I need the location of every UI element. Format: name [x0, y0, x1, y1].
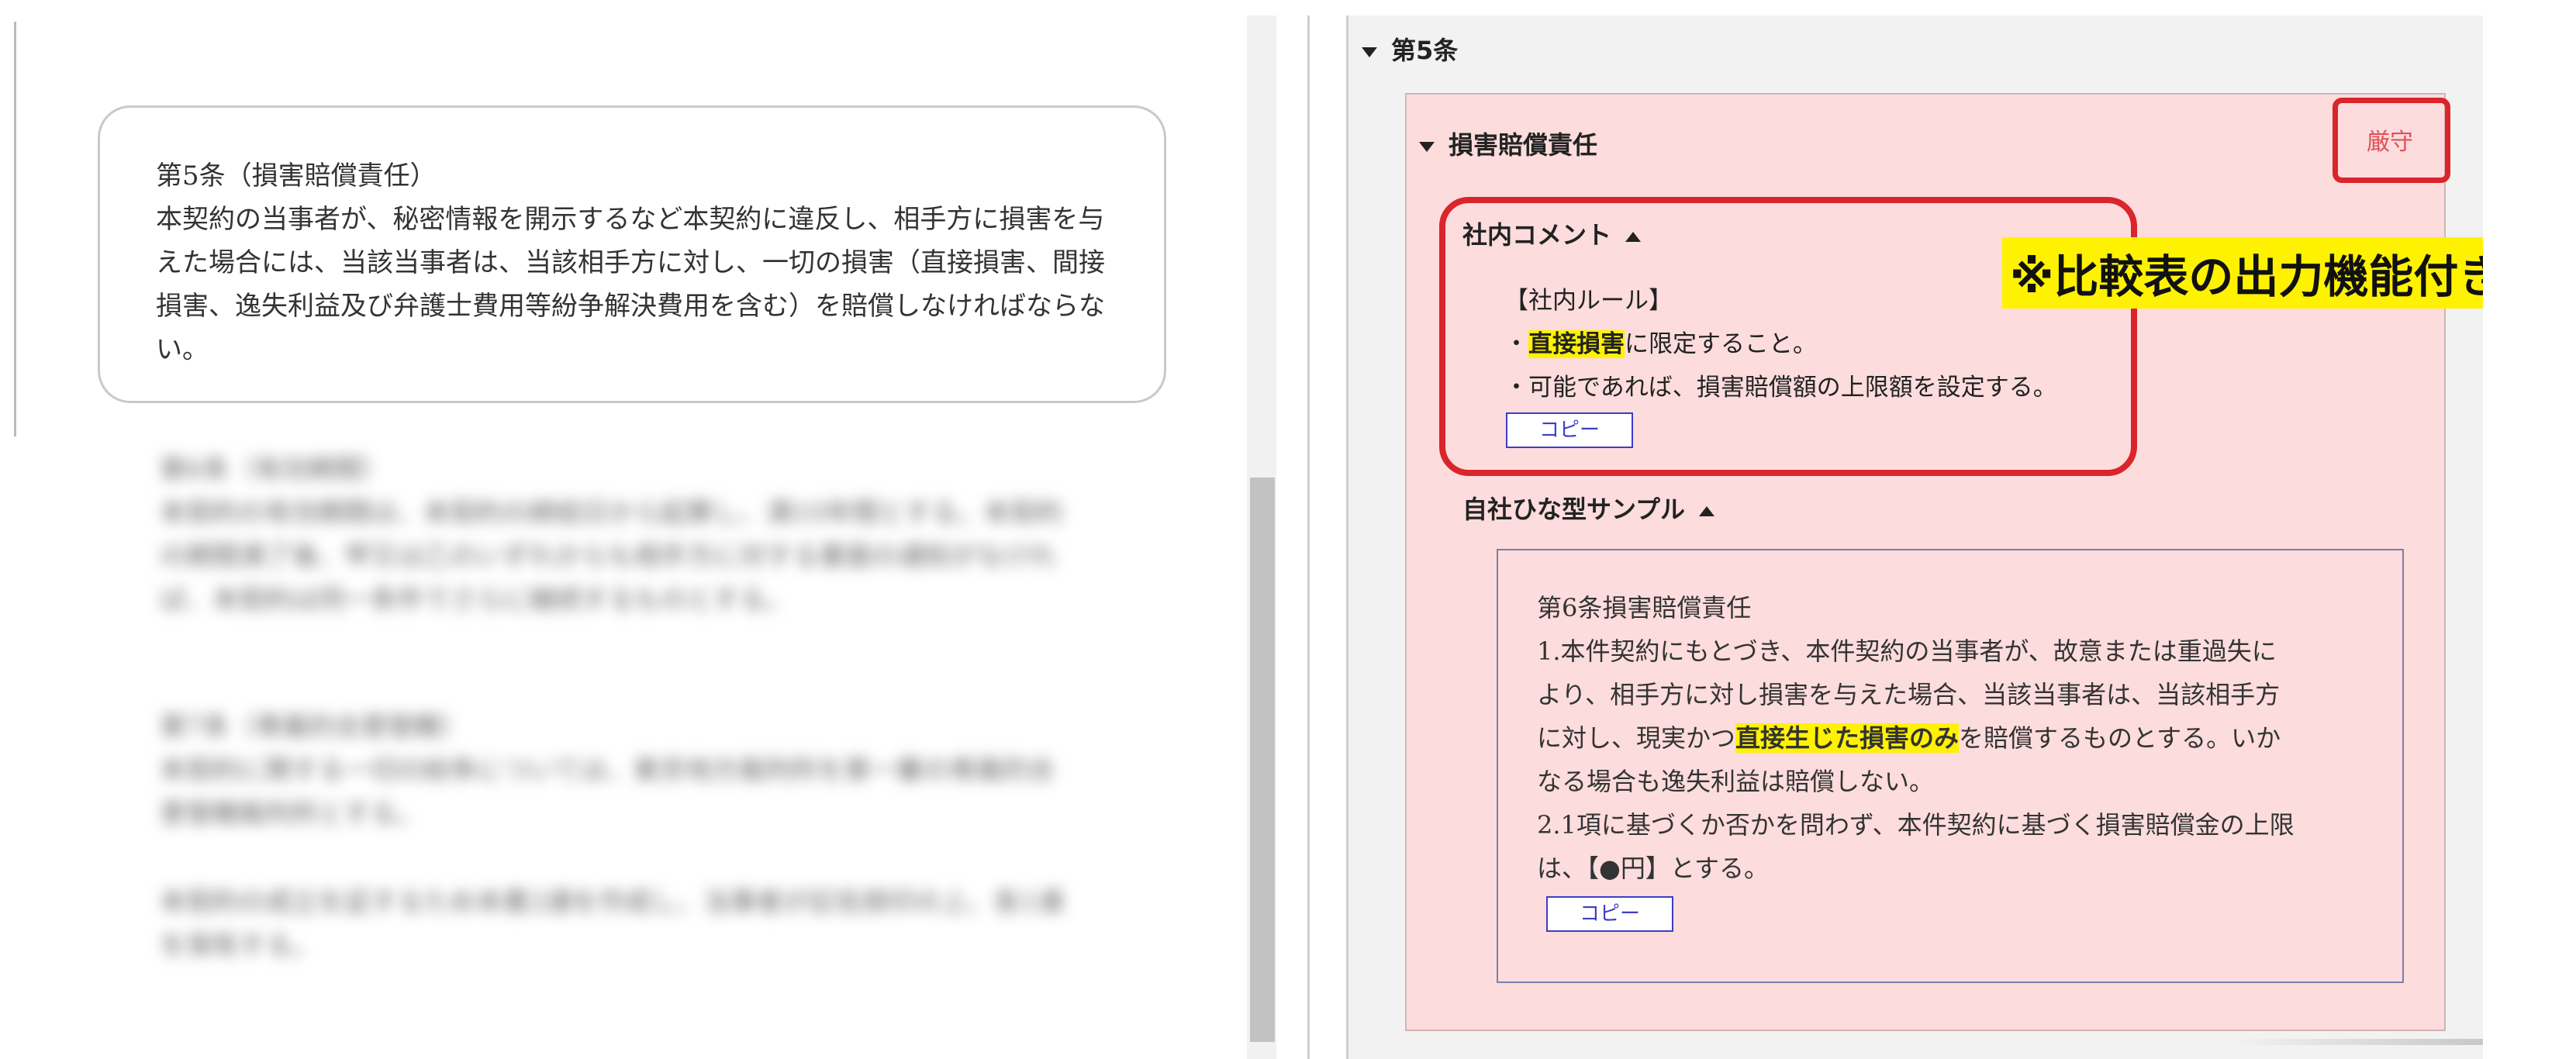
sample-toggle[interactable]: 自社ひな型サンプル [1462, 490, 1715, 526]
sample-line: なる場合も逸失利益は賠償しない。 [1537, 767, 1935, 796]
rule1-prefix: ・ [1504, 330, 1528, 358]
caret-down-icon [1419, 141, 1435, 152]
rule1-highlight: 直接損害 [1528, 330, 1625, 358]
comment-body: 【社内ルール】 ・直接損害に限定すること。 ・可能であれば、損害賠償額の上限額を… [1504, 279, 2057, 409]
closing-line: を保有する。 [160, 930, 318, 961]
panel-bottom-shadow [2233, 1039, 2483, 1045]
caret-up-icon [1699, 505, 1715, 516]
feature-note: ※比較表の出力機能付き [2002, 237, 2512, 309]
document-scrollbar-thumb[interactable] [1250, 478, 1275, 1042]
right-margin [2483, 16, 2576, 1059]
comment-heading-label: 社内コメント [1462, 220, 1612, 250]
sample-line: より、相手方に対し損害を与えた場合、当該当事者は、当該相手方 [1537, 680, 2281, 709]
article5-title: 第5条（損害賠償責任） [156, 160, 437, 191]
rule-line-1: ・直接損害に限定すること。 [1504, 323, 2057, 366]
sample-line3-prefix: に対し、現実かつ [1537, 723, 1736, 753]
comment-toggle[interactable]: 社内コメント [1462, 216, 1642, 251]
article5-body: 本契約の当事者が、秘密情報を開示するなど本契約に違反し、相手方に損害を与えた場合… [156, 204, 1105, 365]
sample-line: 2.1項に基づくか否かを問わず、本件契約に基づく損害賠償金の上限 [1537, 810, 2295, 840]
article5-toggle[interactable]: 第5条 [1362, 31, 1458, 67]
comment-copy-button[interactable]: コピー [1506, 412, 1633, 448]
article7-line: 意管轄裁判所とする。 [160, 799, 423, 830]
sample-line: に対し、現実かつ直接生じた損害のみを賠償するものとする。いか [1537, 716, 2374, 760]
article6-title: 第6条（有効期間） [160, 454, 388, 485]
article7-title: 第7条（専属的合意管轄） [160, 712, 467, 743]
article6-line: 本契約の有効期間は、本契約の締結日から起算し、満10年間とする。本契約 [160, 498, 1063, 529]
pane-divider[interactable] [1307, 16, 1310, 1059]
sample-line: は、【●円】とする。 [1537, 854, 1769, 883]
article7-blurred: 第7条（専属的合意管轄） 本契約に関する一切の紛争については、東京地方裁判所を第… [160, 705, 1121, 836]
closing-line: 本契約の成立を証するため本書2通を作成し、当事者が記名捺印の上、各1通 [160, 887, 1064, 918]
article6-line: の期間満了後、甲又は乙のいずれからも相手方に対する書面の通知がなけれ [160, 541, 1056, 572]
caret-up-icon [1625, 231, 1642, 242]
article7-line: 本契約に関する一切の紛争については、東京地方裁判所を第一審の専属的合 [160, 755, 1055, 786]
rule1-suffix: に限定すること。 [1625, 330, 1817, 358]
caret-down-icon [1362, 47, 1377, 57]
sample-line3-suffix: を賠償するものとする。いか [1959, 723, 2281, 753]
clause-toggle[interactable]: 損害賠償責任 [1419, 126, 1597, 161]
sample-title: 第6条損害賠償責任 [1537, 593, 1752, 623]
closing-blurred: 本契約の成立を証するため本書2通を作成し、当事者が記名捺印の上、各1通 を保有す… [160, 881, 1121, 968]
rule-line-2: ・可能であれば、損害賠償額の上限額を設定する。 [1504, 374, 2057, 402]
sample-clause-text: 第6条損害賠償責任 1.本件契約にもとづき、本件契約の当事者が、故意または重過失… [1537, 586, 2374, 890]
article6-line: ば、本契約は同一条件でさらに継続するものとする。 [160, 585, 792, 616]
clause-heading-label: 損害賠償責任 [1449, 130, 1598, 160]
sample-line: 1.本件契約にもとづき、本件契約の当事者が、故意または重過失に [1537, 636, 2277, 666]
sample-heading-label: 自社ひな型サンプル [1462, 495, 1686, 524]
article5-selected-card[interactable]: 第5条（損害賠償責任） 本契約の当事者が、秘密情報を開示するなど本契約に違反し、… [98, 105, 1166, 403]
article5-heading-label: 第5条 [1391, 36, 1459, 65]
document-left-border [14, 22, 16, 436]
sample-copy-button[interactable]: コピー [1546, 896, 1673, 932]
rule-title: 【社内ルール】 [1504, 287, 1673, 315]
article6-blurred: 第6条（有効期間） 本契約の有効期間は、本契約の締結日から起算し、満10年間とす… [160, 448, 1121, 622]
strict-badge: 厳守 [2367, 129, 2413, 156]
sample-line3-highlight: 直接生じた損害のみ [1735, 723, 1960, 753]
